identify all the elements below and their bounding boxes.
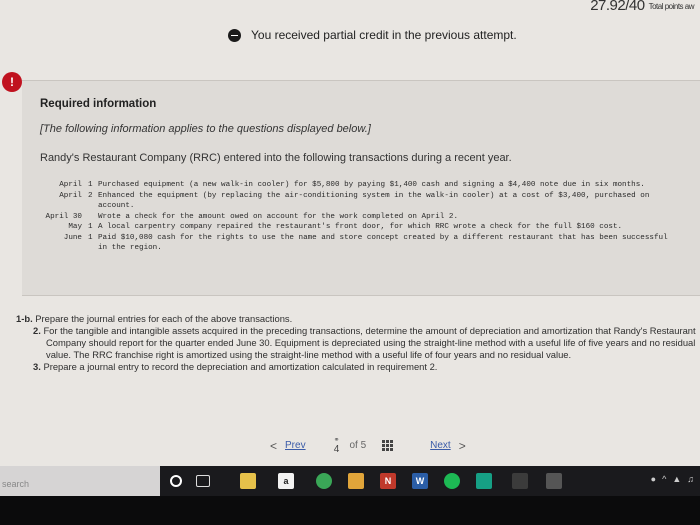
chrome-icon[interactable] (316, 473, 332, 489)
chrome-tray-icon[interactable]: ● (651, 474, 656, 484)
system-tray: ● ^ ▲ ♫ (651, 474, 694, 484)
link-icon: ⚭ (333, 437, 340, 444)
volume-icon[interactable]: ♫ (687, 474, 694, 484)
score-display: 27.92/40 Total points aw (590, 0, 694, 14)
page-count: of 5 (349, 440, 367, 451)
question-1b: 1-b. Prepare the journal entries for eac… (16, 313, 293, 324)
onenote-icon[interactable]: N (380, 473, 396, 489)
prev-button[interactable]: Prev (285, 440, 306, 451)
app-icon[interactable] (476, 473, 492, 489)
question-3: 3. Prepare a journal entry to record the… (33, 361, 438, 372)
minus-circle-icon (228, 28, 241, 42)
chevron-right-icon[interactable]: > (459, 439, 466, 453)
total-points-label: Total points aw (648, 1, 695, 11)
word-icon[interactable]: W (412, 473, 428, 489)
required-info-title: Required information (40, 98, 157, 110)
chevron-left-icon[interactable]: < (270, 439, 277, 453)
network-icon[interactable]: ▲ (672, 474, 681, 484)
list-item: April 2 Enhanced the equipment (by repla… (59, 191, 650, 211)
partial-credit-text: You received partial credit in the previ… (251, 28, 517, 42)
store-icon[interactable] (348, 473, 364, 489)
exclamation-icon: ! (2, 72, 22, 92)
transactions-list: April 1 Purchased equipment (a new walk-… (40, 180, 680, 254)
chevron-up-icon[interactable]: ^ (662, 474, 666, 484)
cortana-icon[interactable] (170, 475, 182, 487)
list-item: May 1 A local carpentry company repaired… (68, 223, 623, 231)
page-selector[interactable]: ⚭ 4 (334, 436, 340, 455)
screen-bezel (0, 496, 700, 525)
taskbar-search-input[interactable]: search (0, 466, 160, 496)
next-button[interactable]: Next (430, 440, 451, 451)
current-page: 4 (333, 444, 340, 455)
required-info-note: [The following information applies to th… (40, 123, 371, 135)
partial-credit-banner: You received partial credit in the previ… (228, 28, 517, 42)
question-2: 2. For the tangible and intangible asset… (33, 325, 696, 360)
taskbar: search a N W ● ^ ▲ ♫ (0, 466, 700, 496)
amazon-icon[interactable]: a (278, 473, 294, 489)
scenario-intro: Randy's Restaurant Company (RRC) entered… (40, 152, 512, 164)
calculator-icon[interactable] (512, 473, 528, 489)
score-value: 27.92/40 (590, 0, 645, 14)
spotify-icon[interactable] (444, 473, 460, 489)
file-explorer-icon[interactable] (240, 473, 256, 489)
pagination: < Prev ⚭ 4 of 5 Next > (270, 436, 466, 455)
question-instructions: 1-b. Prepare the journal entries for eac… (16, 313, 696, 373)
app-icon[interactable] (546, 473, 562, 489)
task-view-icon[interactable] (196, 475, 210, 487)
grid-icon[interactable] (382, 439, 394, 452)
list-item: April 1 Purchased equipment (a new walk-… (59, 181, 645, 189)
list-item: June 1 Paid $10,080 cash for the rights … (63, 233, 668, 253)
top-bar: 27.92/40 Total points aw (0, 0, 700, 18)
list-item: April 30 Wrote a check for the amount ow… (45, 212, 459, 221)
